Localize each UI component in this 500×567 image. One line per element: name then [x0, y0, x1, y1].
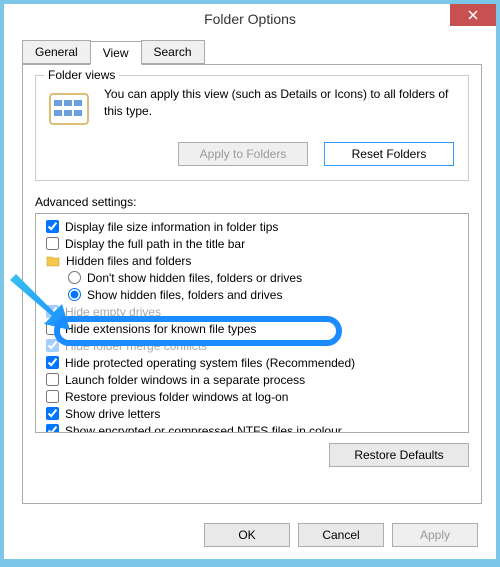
adv-item-label: Show hidden files, folders and drives	[87, 288, 282, 302]
adv-item-1[interactable]: Display the full path in the title bar	[38, 235, 466, 252]
adv-item-label: Launch folder windows in a separate proc…	[65, 373, 305, 387]
adv-item-label: Hide folder merge conflicts	[65, 339, 207, 353]
checkbox-input[interactable]	[46, 424, 59, 433]
tab-view[interactable]: View	[90, 41, 142, 65]
tab-content-view: Folder views You can apply this view (su…	[22, 64, 482, 504]
close-icon	[468, 10, 478, 20]
checkbox-input[interactable]	[46, 407, 59, 420]
tab-search[interactable]: Search	[141, 40, 205, 64]
titlebar: Folder Options	[4, 4, 496, 34]
adv-item-4[interactable]: Show hidden files, folders and drives	[38, 286, 466, 303]
checkbox-input[interactable]	[46, 237, 59, 250]
adv-item-label: Hide extensions for known file types	[65, 322, 256, 336]
folder-views-title: Folder views	[44, 68, 119, 82]
adv-item-9[interactable]: Launch folder windows in a separate proc…	[38, 371, 466, 388]
checkbox-input[interactable]	[46, 339, 59, 352]
adv-item-label: Show drive letters	[65, 407, 160, 421]
adv-item-8[interactable]: Hide protected operating system files (R…	[38, 354, 466, 371]
adv-item-11[interactable]: Show drive letters	[38, 405, 466, 422]
tab-general-label: General	[35, 45, 78, 59]
checkbox-input[interactable]	[46, 356, 59, 369]
restore-defaults-button[interactable]: Restore Defaults	[329, 443, 469, 467]
adv-item-label: Don't show hidden files, folders or driv…	[87, 271, 302, 285]
reset-folders-button[interactable]: Reset Folders	[324, 142, 454, 166]
tab-view-label: View	[103, 46, 129, 60]
folder-options-window: Folder Options General View Search Folde…	[4, 4, 496, 559]
advanced-settings-label: Advanced settings:	[35, 195, 469, 209]
checkbox-input[interactable]	[46, 390, 59, 403]
radio-input[interactable]	[68, 288, 81, 301]
checkbox-input[interactable]	[46, 305, 59, 318]
apply-button[interactable]: Apply	[392, 523, 478, 547]
checkbox-input[interactable]	[46, 373, 59, 386]
advanced-settings-list[interactable]: Display file size information in folder …	[35, 213, 469, 433]
ok-button[interactable]: OK	[204, 523, 290, 547]
folder-views-icon	[46, 86, 92, 132]
checkbox-input[interactable]	[46, 220, 59, 233]
adv-item-label: Hidden files and folders	[66, 254, 191, 268]
adv-item-label: Hide protected operating system files (R…	[65, 356, 355, 370]
dialog-button-row: OK Cancel Apply	[204, 523, 478, 547]
adv-item-label: Restore previous folder windows at log-o…	[65, 390, 288, 404]
adv-item-2[interactable]: Hidden files and folders	[38, 252, 466, 269]
close-button[interactable]	[450, 4, 496, 26]
tab-search-label: Search	[154, 45, 192, 59]
adv-item-0[interactable]: Display file size information in folder …	[38, 218, 466, 235]
adv-item-7[interactable]: Hide folder merge conflicts	[38, 337, 466, 354]
apply-to-folders-button[interactable]: Apply to Folders	[178, 142, 308, 166]
cancel-button[interactable]: Cancel	[298, 523, 384, 547]
adv-item-label: Hide empty drives	[65, 305, 161, 319]
folder-views-group: Folder views You can apply this view (su…	[35, 75, 469, 181]
adv-item-3[interactable]: Don't show hidden files, folders or driv…	[38, 269, 466, 286]
checkbox-input[interactable]	[46, 322, 59, 335]
folder-icon	[46, 254, 60, 268]
adv-item-label: Show encrypted or compressed NTFS files …	[65, 424, 342, 434]
tab-general[interactable]: General	[22, 40, 91, 64]
adv-item-label: Display the full path in the title bar	[65, 237, 245, 251]
adv-item-5[interactable]: Hide empty drives	[38, 303, 466, 320]
window-title: Folder Options	[204, 11, 296, 27]
adv-item-10[interactable]: Restore previous folder windows at log-o…	[38, 388, 466, 405]
adv-item-6[interactable]: Hide extensions for known file types	[38, 320, 466, 337]
adv-item-label: Display file size information in folder …	[65, 220, 278, 234]
radio-input[interactable]	[68, 271, 81, 284]
tab-strip: General View Search	[22, 40, 496, 64]
folder-views-text: You can apply this view (such as Details…	[104, 86, 458, 132]
adv-item-12[interactable]: Show encrypted or compressed NTFS files …	[38, 422, 466, 433]
